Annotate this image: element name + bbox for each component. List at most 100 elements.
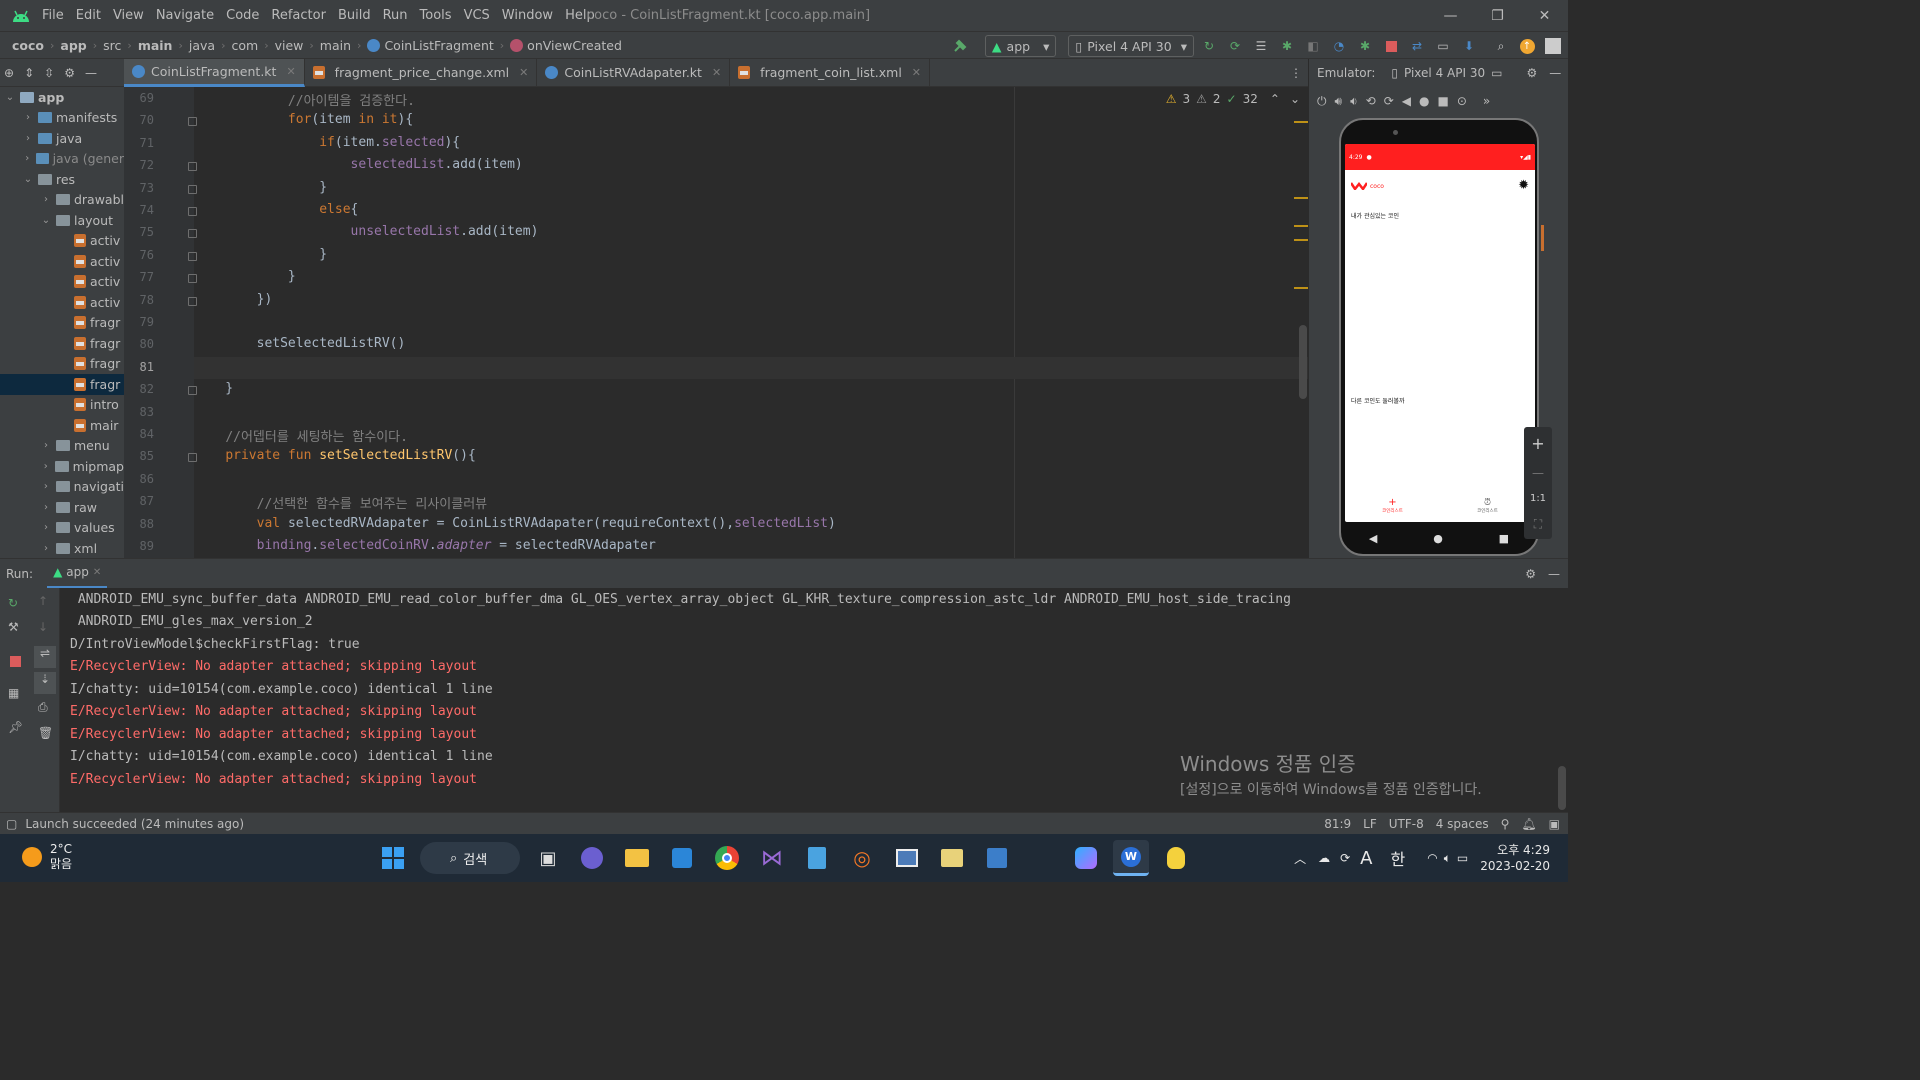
tree-item[interactable]: fragr (0, 333, 124, 354)
trash-icon[interactable]: 🗑︎ (38, 726, 53, 740)
soft-wrap-icon[interactable]: ⇌ (34, 646, 56, 668)
inspection-widget[interactable]: ⚠ 3 ⚠ 2 ✓ 32 ⌃ ⌄ (1166, 92, 1300, 106)
tab-coinlistfragment[interactable]: CoinListFragment.kt ✕ (124, 58, 305, 87)
tree-item[interactable]: intro (0, 395, 124, 416)
jupyter-icon[interactable]: ◎ (844, 840, 880, 876)
chevron-right-icon[interactable]: › (40, 440, 52, 451)
sync-gradle-icon[interactable]: ⇄ (1406, 35, 1428, 57)
code-line[interactable]: //어뎁터를 세팅하는 함수이다. (194, 426, 408, 445)
crumb-project[interactable]: coco (12, 38, 44, 53)
chevron-right-icon[interactable]: › (22, 133, 34, 144)
code-editor[interactable]: 69 70 71 72 73 74 75 76 77 78 79 80 81 82 83 84 85 86 87 88… (124, 87, 1308, 558)
stop-icon[interactable] (10, 656, 21, 667)
code-line[interactable]: private fun setSelectedListRV(){ (194, 448, 475, 463)
home-icon[interactable]: ● (1433, 532, 1443, 545)
console-line[interactable]: E/RecyclerView: No adapter attached; ski… (60, 656, 1568, 679)
file-encoding[interactable]: UTF-8 (1389, 817, 1424, 831)
chevron-right-icon[interactable]: › (40, 194, 52, 205)
run-list-icon[interactable]: ☰ (1250, 35, 1272, 57)
crumb-com[interactable]: com (231, 38, 258, 53)
hide-icon[interactable]: — (1549, 66, 1561, 80)
sdk-manager-icon[interactable]: ⬇ (1458, 35, 1480, 57)
start-button[interactable] (375, 840, 411, 876)
status-message[interactable]: Launch succeeded (24 minutes ago) (25, 817, 244, 831)
console-line[interactable]: ANDROID_EMU_sync_buffer_data ANDROID_EMU… (60, 588, 1568, 611)
chevron-down-icon[interactable]: ⌄ (40, 215, 52, 226)
coverage-icon[interactable]: ◧ (1302, 35, 1324, 57)
close-icon[interactable]: ✕ (286, 65, 295, 78)
expand-all-icon[interactable]: ⇕ (24, 66, 34, 80)
taskbar-search[interactable]: ⌕ 검색 (420, 842, 520, 874)
attach-debugger-icon[interactable]: ✱ (1354, 35, 1376, 57)
panel-toggle-icon[interactable]: ▢ (6, 817, 17, 831)
code-line[interactable]: //선택한 함수를 보여주는 리사이클러뷰 (194, 493, 488, 512)
console-scrollbar[interactable] (1558, 766, 1566, 810)
console-line[interactable]: ANDROID_EMU_gles_max_version_2 (60, 611, 1568, 634)
tree-item[interactable]: › navigati (0, 477, 124, 498)
home-icon[interactable]: ● (1419, 94, 1429, 108)
clock[interactable]: 오후 4:29 2023-02-20 (1480, 842, 1550, 874)
tree-item[interactable]: ⌄ res (0, 169, 124, 190)
crumb-view[interactable]: view (275, 38, 304, 53)
tab-fragment-price-change[interactable]: fragment_price_change.xml ✕ (305, 58, 538, 87)
zoom-actual-size[interactable]: 1:1 (1530, 493, 1546, 504)
rotate-left-icon[interactable]: ⟲ (1366, 94, 1376, 108)
tree-item[interactable]: ⌄ layout (0, 210, 124, 231)
profile-icon[interactable]: ◔ (1328, 35, 1350, 57)
code-line[interactable]: unselectedList.add(item) (194, 224, 539, 239)
volume-up-icon[interactable]: 🔊︎ (1335, 94, 1343, 109)
crumb-main[interactable]: main (138, 38, 173, 53)
tab-fragment-coin-list[interactable]: fragment_coin_list.xml ✕ (730, 58, 931, 87)
tree-item[interactable]: activ (0, 272, 124, 293)
debug-icon[interactable]: ✱ (1276, 35, 1298, 57)
code-line[interactable]: binding.selectedCoinRV.adapter = selecte… (194, 538, 656, 553)
menu-edit[interactable]: Edit (76, 8, 101, 23)
microsoft-store-icon[interactable] (664, 840, 700, 876)
menu-navigate[interactable]: Navigate (156, 8, 214, 23)
notifications-icon[interactable]: 🔔︎ (1521, 817, 1536, 831)
search-icon[interactable]: ⌕ (1490, 35, 1512, 57)
chevron-right-icon[interactable]: › (40, 543, 52, 554)
chevron-right-icon[interactable]: › (22, 153, 32, 164)
run-tab-app[interactable]: ▲ app ✕ (47, 559, 108, 589)
volume-down-icon[interactable]: 🔉︎ (1350, 94, 1358, 109)
gear-icon[interactable]: ⚙ (64, 66, 75, 80)
close-icon[interactable]: ✕ (93, 567, 101, 578)
chevron-down-icon[interactable]: ⌄ (1290, 92, 1300, 106)
menu-build[interactable]: Build (338, 8, 371, 23)
tree-item[interactable]: › xml (0, 538, 124, 558)
tree-item[interactable]: › mipmap (0, 456, 124, 477)
chrome-icon[interactable] (709, 840, 745, 876)
code-line[interactable]: } (194, 381, 233, 396)
chevron-right-icon[interactable]: › (40, 522, 52, 533)
tree-item[interactable]: › manifests (0, 108, 124, 129)
nav-coinlist-right[interactable]: ⏰︎ 코인리스트 (1477, 498, 1498, 514)
code-line[interactable]: for(item in it){ (194, 112, 413, 127)
restore-button[interactable]: ❐ (1474, 0, 1521, 31)
update-icon[interactable]: ↑ (1516, 35, 1538, 57)
menu-window[interactable]: Window (502, 8, 553, 23)
chevron-down-icon[interactable]: ⌄ (4, 92, 16, 103)
layout-icon[interactable]: ▦ (8, 686, 19, 700)
close-icon[interactable]: ✕ (519, 66, 528, 79)
phone-screen[interactable]: 4:29 ● ▾◢▮ coco ✹ 내가 관심있는 코인 다른 코인도 둘러볼까… (1345, 144, 1535, 522)
emulator-device-tab[interactable]: Pixel 4 API 30 (1404, 66, 1485, 80)
speaker-icon[interactable]: 🔈︎ (1444, 851, 1451, 866)
tree-item[interactable]: activ (0, 251, 124, 272)
editor-scrollbar[interactable] (1299, 325, 1307, 399)
hammer-build-icon[interactable] (949, 35, 971, 57)
penguin-app-icon[interactable] (1158, 840, 1194, 876)
chevron-up-icon[interactable]: ⌃ (1270, 92, 1280, 106)
code-line[interactable]: selectedList.add(item) (194, 157, 523, 172)
notes-icon[interactable] (934, 840, 970, 876)
tree-item[interactable]: fragr (0, 374, 124, 395)
weather-widget[interactable]: 2°C 맑음 (22, 842, 72, 872)
more-tabs-icon[interactable]: ⋮ (1290, 66, 1302, 80)
apply-changes-icon[interactable]: ↻ (1198, 35, 1220, 57)
tree-item[interactable]: mair (0, 415, 124, 436)
zoom-in-icon[interactable]: + (1531, 434, 1544, 453)
code-line[interactable]: //아이템을 검증한다. (194, 90, 415, 109)
menu-run[interactable]: Run (383, 8, 408, 23)
back-icon[interactable]: ◀ (1402, 94, 1411, 108)
chevron-right-icon[interactable]: › (40, 481, 52, 492)
